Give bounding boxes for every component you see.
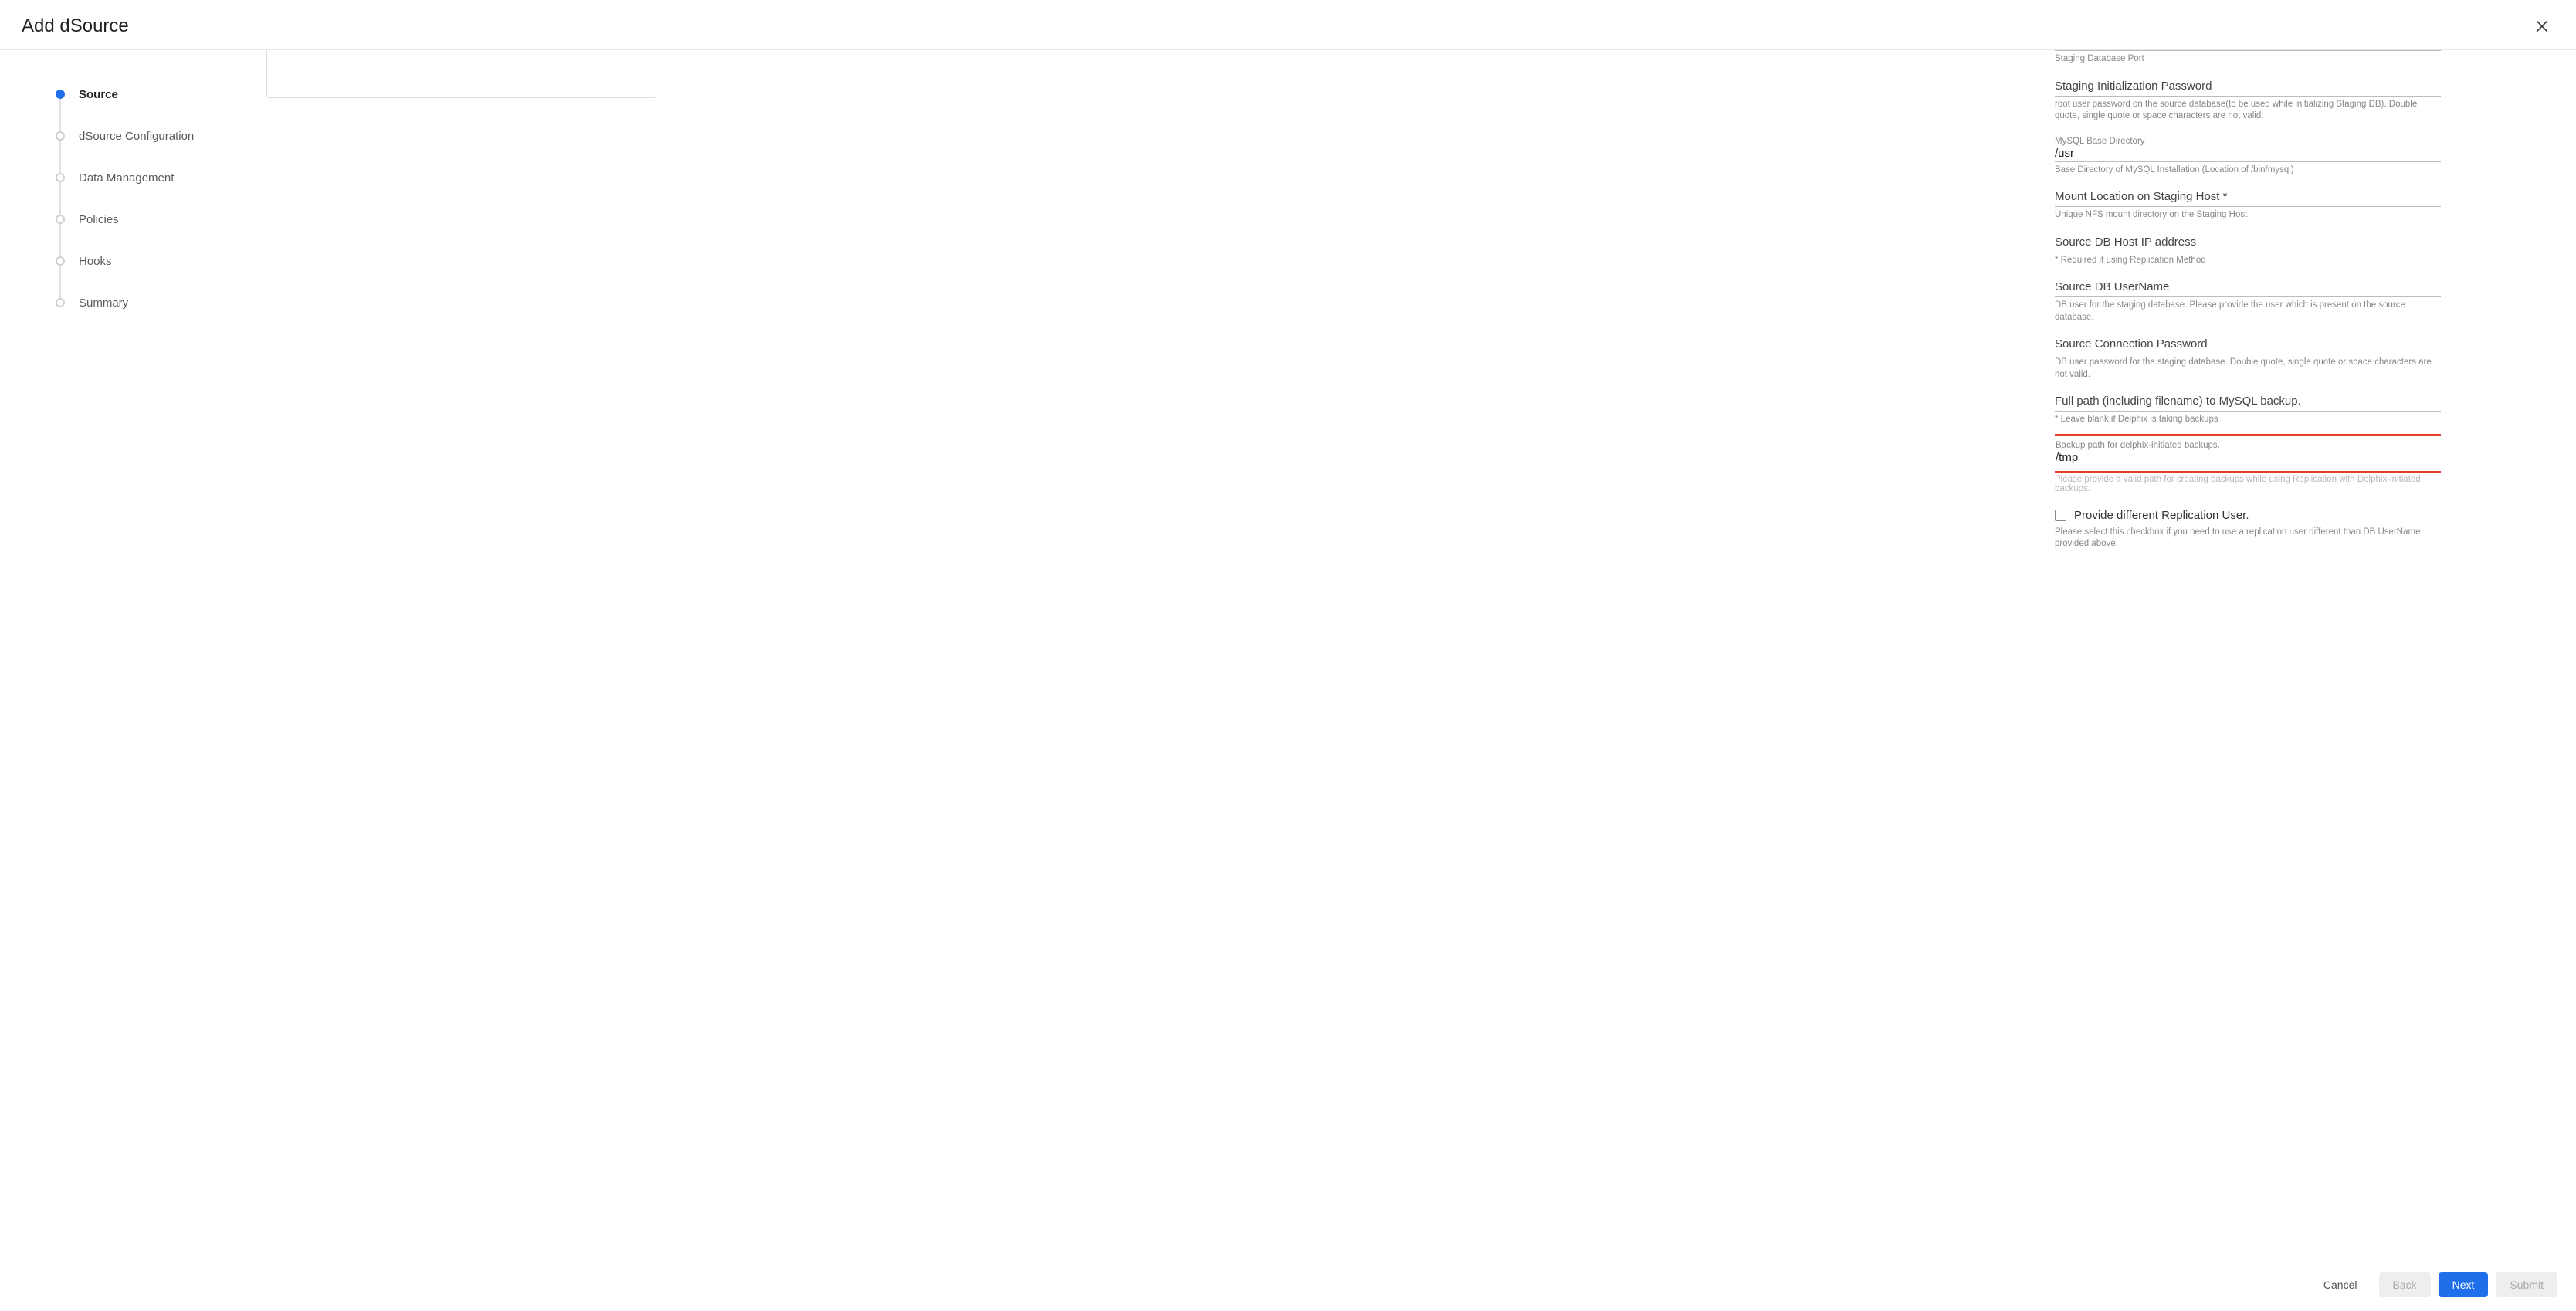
close-icon (2534, 19, 2550, 34)
step-label: Data Management (79, 171, 174, 185)
step-dot-icon (56, 131, 65, 141)
step-dot-icon (56, 173, 65, 182)
backup-full-path-input[interactable]: Full path (including filename) to MySQL … (2055, 395, 2441, 412)
wizard-stepper: Source dSource Configuration Data Manage… (0, 50, 239, 1262)
step-label: Policies (79, 213, 119, 226)
field-mysql-base-directory: MySQL Base Directory /usr Base Directory… (2055, 137, 2441, 177)
field-staging-init-password: Staging Initialization Password root use… (2055, 80, 2441, 123)
step-hooks[interactable]: Hooks (0, 240, 239, 282)
left-config-card (266, 50, 656, 98)
step-source[interactable]: Source (0, 73, 239, 115)
checkbox-label: Provide different Replication User. (2074, 509, 2249, 522)
step-label: Summary (79, 296, 128, 310)
source-db-username-input[interactable]: Source DB UserName (2055, 280, 2441, 297)
source-connection-password-input[interactable]: Source Connection Password (2055, 337, 2441, 354)
field-helper: * Leave blank if Delphix is taking backu… (2055, 414, 2441, 426)
step-data-management[interactable]: Data Management (0, 157, 239, 198)
step-policies[interactable]: Policies (0, 198, 239, 240)
staging-init-password-input[interactable]: Staging Initialization Password (2055, 80, 2441, 97)
field-source-db-username: Source DB UserName DB user for the stagi… (2055, 280, 2441, 324)
add-dsource-dialog: Add dSource Source dSource Configuration… (0, 0, 2576, 1311)
step-dsource-configuration[interactable]: dSource Configuration (0, 115, 239, 157)
dialog-footer: Cancel Back Next Submit (0, 1262, 2576, 1311)
field-helper: DB user password for the staging databas… (2055, 357, 2441, 381)
mount-location-input[interactable]: Mount Location on Staging Host * (2055, 190, 2441, 207)
back-button[interactable]: Back (2379, 1272, 2431, 1297)
field-source-db-host-ip: Source DB Host IP address * Required if … (2055, 235, 2441, 267)
dialog-body: Source dSource Configuration Data Manage… (0, 50, 2576, 1262)
field-helper: Staging Database Port (2055, 53, 2441, 66)
dialog-header: Add dSource (0, 0, 2576, 50)
cancel-button[interactable]: Cancel (2310, 1272, 2371, 1297)
field-source-connection-password: Source Connection Password DB user passw… (2055, 337, 2441, 381)
step-dot-icon (56, 90, 65, 99)
next-button[interactable]: Next (2439, 1272, 2489, 1297)
source-db-host-ip-input[interactable]: Source DB Host IP address (2055, 235, 2441, 252)
source-form-panel: Staging Database Port Staging Initializa… (2055, 50, 2441, 575)
step-label: dSource Configuration (79, 130, 194, 143)
field-helper: Base Directory of MySQL Installation (Lo… (2055, 164, 2441, 177)
field-helper: DB user for the staging database. Please… (2055, 300, 2441, 324)
step-dot-icon (56, 215, 65, 224)
field-helper: * Required if using Replication Method (2055, 255, 2441, 267)
delphix-backup-path-input[interactable]: /tmp (2056, 451, 2440, 466)
step-label: Hooks (79, 255, 112, 268)
field-helper: Please select this checkbox if you need … (2055, 527, 2441, 550)
field-backup-full-path: Full path (including filename) to MySQL … (2055, 395, 2441, 426)
field-helper-obscured: Please provide a valid path for creating… (2055, 475, 2441, 493)
submit-button[interactable]: Submit (2496, 1272, 2557, 1297)
step-label: Source (79, 88, 118, 101)
replication-user-checkbox[interactable] (2055, 510, 2066, 521)
field-delphix-backup-path: Backup path for delphix-initiated backup… (2056, 441, 2440, 466)
replication-user-checkbox-row[interactable]: Provide different Replication User. (2055, 509, 2441, 522)
step-summary[interactable]: Summary (0, 282, 239, 324)
field-staging-database-port: Staging Database Port (2055, 50, 2441, 66)
field-helper: Unique NFS mount directory on the Stagin… (2055, 209, 2441, 222)
step-dot-icon (56, 256, 65, 266)
field-mount-location: Mount Location on Staging Host * Unique … (2055, 190, 2441, 222)
close-button[interactable] (2530, 14, 2554, 39)
step-dot-icon (56, 298, 65, 307)
dialog-title: Add dSource (22, 15, 129, 37)
field-helper: root user password on the source databas… (2055, 99, 2441, 123)
highlighted-field-box: Backup path for delphix-initiated backup… (2055, 434, 2441, 473)
form-main-area: Staging Database Port Staging Initializa… (239, 50, 2576, 1262)
mysql-base-directory-input[interactable]: /usr (2055, 147, 2441, 162)
